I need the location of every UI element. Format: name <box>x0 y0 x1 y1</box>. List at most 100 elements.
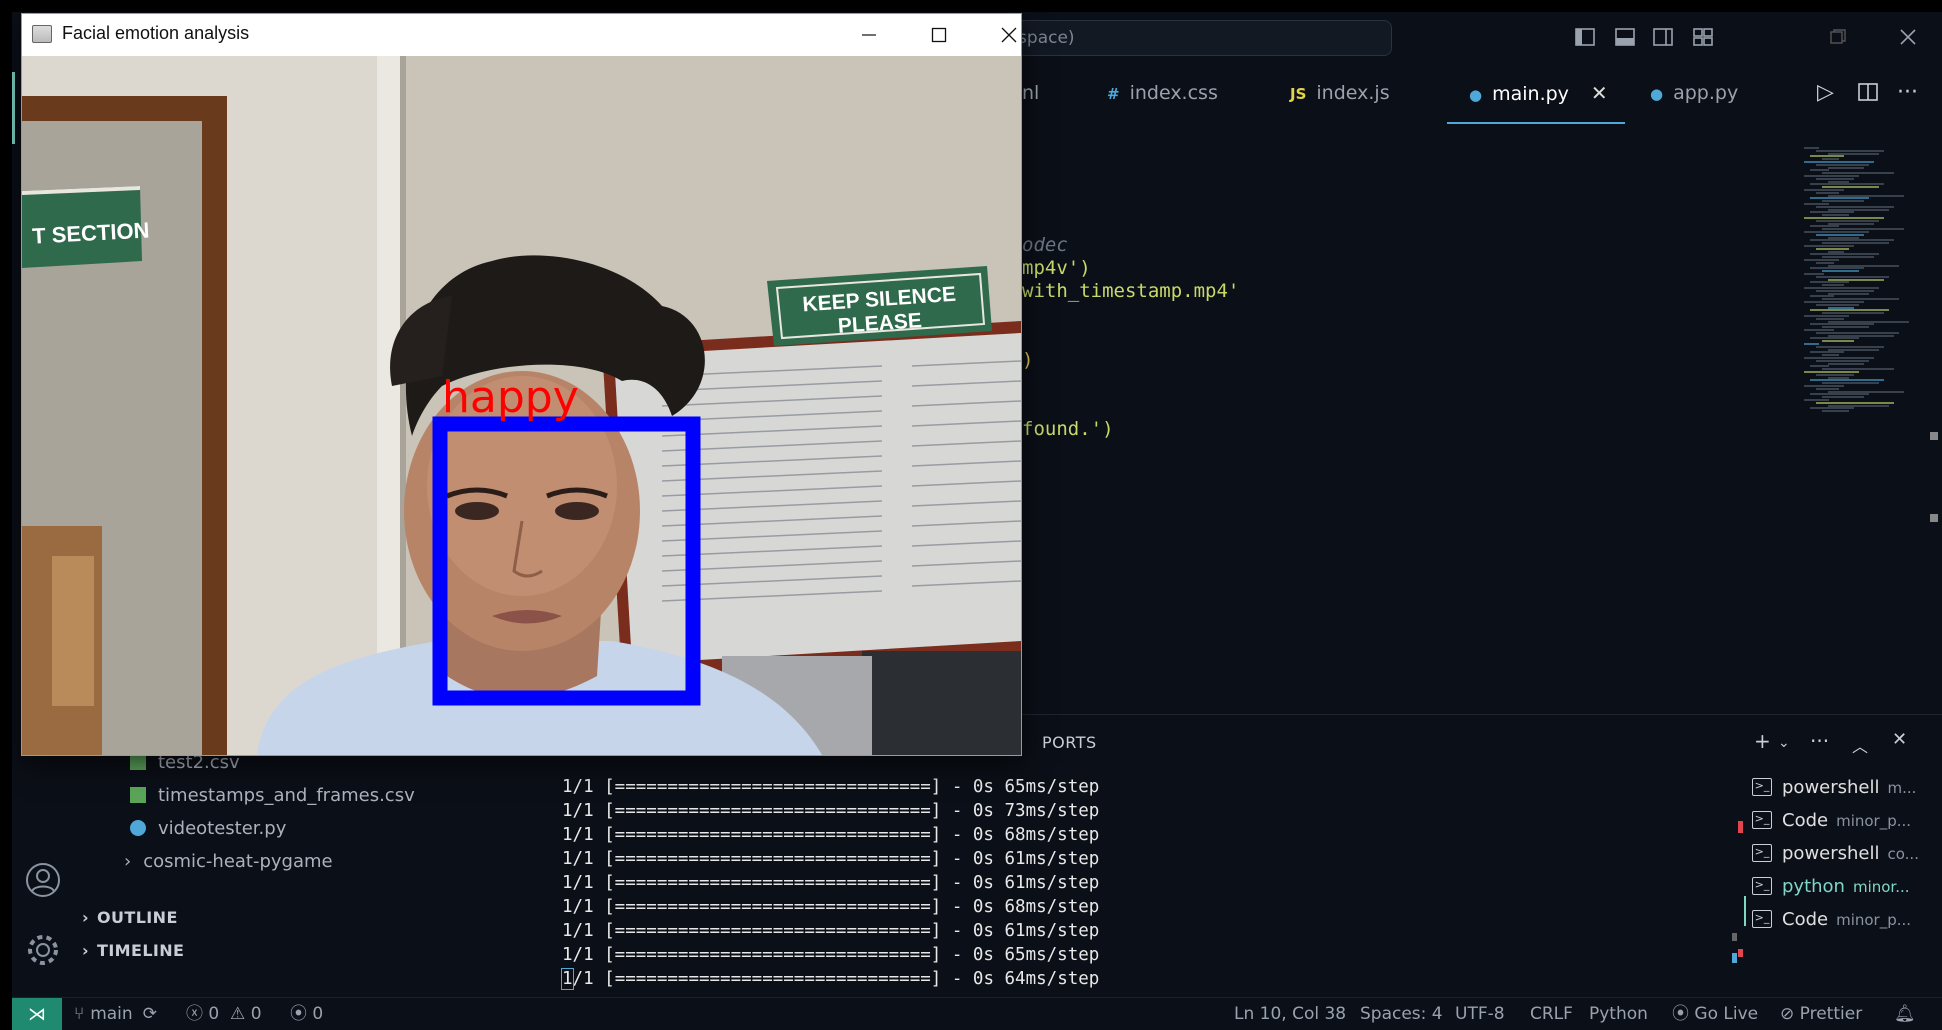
cursor-position[interactable]: Ln 10, Col 38 <box>1234 998 1346 1030</box>
terminal-icon: >_ <box>1752 844 1772 862</box>
minimap-line <box>1828 208 1889 211</box>
tab-app-py[interactable]: ● app.py <box>1650 62 1738 124</box>
outline-section[interactable]: › OUTLINE <box>82 908 178 927</box>
tab-index-css[interactable]: # index.css <box>1107 62 1218 124</box>
split-editor-icon[interactable] <box>1857 62 1879 124</box>
scroll-marker <box>1930 514 1938 522</box>
notifications-bell-icon[interactable]: 🔔︎ <box>1894 998 1916 1030</box>
line-ending[interactable]: CRLF <box>1530 998 1573 1030</box>
terminal-subtitle: minor_p... <box>1836 911 1912 929</box>
terminal-instance-powershell[interactable]: >_ powershell m... <box>1752 771 1942 804</box>
toggle-secondary-sidebar-icon[interactable] <box>1652 26 1674 48</box>
run-file-icon[interactable]: ▷ <box>1817 62 1834 124</box>
section-sign: T SECTION <box>22 186 150 268</box>
section-label: TIMELINE <box>97 941 185 960</box>
terminal-line: 1/1 [==============================] - 0… <box>562 921 1100 941</box>
terminal-line: 1/1 [==============================] - 0… <box>562 945 1100 965</box>
timeline-section[interactable]: › TIMELINE <box>82 941 184 960</box>
minimap-line <box>1810 351 1844 354</box>
ports-indicator[interactable]: ⦿ 0 <box>290 998 323 1030</box>
tab-ports[interactable]: PORTS <box>1042 733 1097 752</box>
remote-indicator-icon[interactable]: ⋊ <box>12 998 62 1030</box>
terminal-icon: >_ <box>1752 778 1772 796</box>
chevron-down-icon[interactable]: ⌄ <box>1778 735 1790 751</box>
minimap-line <box>1822 242 1889 245</box>
terminal-icon: >_ <box>1752 811 1772 829</box>
close-tab-icon[interactable]: ✕ <box>1591 81 1608 105</box>
terminal-line: 1/1 [==============================] - 0… <box>561 967 1099 991</box>
close-button[interactable] <box>974 14 1044 56</box>
code-line: mp4v') <box>1022 257 1091 279</box>
minimap-line <box>1828 390 1904 393</box>
tab-main-py[interactable]: ● main.py ✕ <box>1447 62 1625 124</box>
minimap-line <box>1804 385 1844 387</box>
account-icon[interactable] <box>25 862 61 898</box>
go-live-button[interactable]: ⦿ Go Live <box>1672 998 1758 1030</box>
terminal-marker <box>1732 933 1737 941</box>
minimap-line <box>1816 163 1869 166</box>
minimap-line <box>1804 203 1829 205</box>
git-branch-icon: ⑂ <box>74 1004 85 1024</box>
minimap-line <box>1810 407 1854 410</box>
webcam-feed: T SECTION KEEP SILENCE PLEASE happy <box>22 56 1021 755</box>
minimap-line <box>1810 267 1864 270</box>
terminal-output[interactable]: 1/1 [==============================] - 0… <box>561 775 1100 991</box>
tab-index-js[interactable]: JS index.js <box>1290 62 1390 124</box>
branch-indicator[interactable]: ⑂ main ⟳ <box>74 998 157 1030</box>
problems-indicator[interactable]: ⓧ 0 ⚠ 0 <box>186 998 262 1030</box>
maximize-button[interactable] <box>904 14 974 56</box>
maximize-panel-icon[interactable]: ︿ <box>1852 733 1868 757</box>
minimap-line <box>1828 404 1889 407</box>
terminal-line: 1/1 [==============================] - 0… <box>562 825 1100 845</box>
terminal-instance-code[interactable]: >_ Code minor_p... <box>1752 903 1942 936</box>
prettier-label: Prettier <box>1799 1004 1863 1024</box>
prettier-button[interactable]: ⊘ Prettier <box>1780 998 1862 1030</box>
code-editor[interactable]: odec mp4v') with_timestamp.mp4' ) found.… <box>1022 124 1812 714</box>
tab-label: app.py <box>1673 82 1739 104</box>
tab-nl[interactable]: nl <box>1022 62 1039 124</box>
encoding[interactable]: UTF-8 <box>1455 998 1505 1030</box>
minimap-line <box>1804 301 1864 303</box>
toggle-panel-icon[interactable] <box>1614 26 1636 48</box>
minimap-line <box>1822 326 1869 329</box>
terminal-line: 1/1 [==============================] - 0… <box>562 873 1100 893</box>
minimap-line <box>1804 231 1869 233</box>
minimap-line <box>1810 295 1834 298</box>
minimap-line <box>1828 278 1884 281</box>
file-videotester-py[interactable]: videotester.py <box>130 818 286 839</box>
indentation[interactable]: Spaces: 4 <box>1360 998 1443 1030</box>
terminal-instance-code[interactable]: >_ Code minor_p... <box>1752 804 1942 837</box>
folder-cosmic-heat-pygame[interactable]: › cosmic-heat-pygame <box>124 851 333 872</box>
window-title-bar[interactable]: Facial emotion analysis <box>22 14 1021 56</box>
terminal-cursor: 1 <box>561 968 574 990</box>
minimap-line <box>1816 219 1879 222</box>
broadcast-icon: ⦿ <box>1672 1004 1689 1024</box>
minimap[interactable] <box>1804 147 1924 417</box>
toggle-primary-sidebar-icon[interactable] <box>1574 26 1596 48</box>
code-line: odec <box>1022 234 1068 256</box>
minimap-line <box>1828 362 1864 365</box>
language-mode[interactable]: Python <box>1589 998 1648 1030</box>
terminal-instance-python[interactable]: >_ python minor... <box>1752 870 1942 903</box>
more-actions-icon[interactable]: ··· <box>1810 729 1829 753</box>
settings-gear-icon[interactable] <box>25 932 61 968</box>
close-window-icon[interactable] <box>1897 26 1919 48</box>
minimap-line <box>1810 337 1859 340</box>
file-label: videotester.py <box>158 818 287 839</box>
restore-window-icon[interactable] <box>1827 26 1849 48</box>
customize-layout-icon[interactable] <box>1692 26 1714 48</box>
minimap-line <box>1822 270 1859 273</box>
file-timestamps-csv[interactable]: timestamps_and_frames.csv <box>130 785 415 806</box>
minimap-line <box>1822 214 1849 217</box>
close-panel-icon[interactable]: ✕ <box>1892 729 1907 750</box>
minimap-line <box>1822 368 1894 371</box>
minimap-line <box>1822 382 1879 385</box>
terminal-subtitle: m... <box>1887 779 1917 797</box>
chevron-right-icon: › <box>124 851 132 872</box>
more-actions-icon[interactable]: ··· <box>1897 62 1918 124</box>
minimap-line <box>1822 312 1884 315</box>
minimize-button[interactable] <box>834 14 904 56</box>
chevron-right-icon: › <box>82 941 89 960</box>
terminal-instance-powershell[interactable]: >_ powershell co... <box>1752 837 1942 870</box>
new-terminal-icon[interactable]: + <box>1754 729 1771 753</box>
